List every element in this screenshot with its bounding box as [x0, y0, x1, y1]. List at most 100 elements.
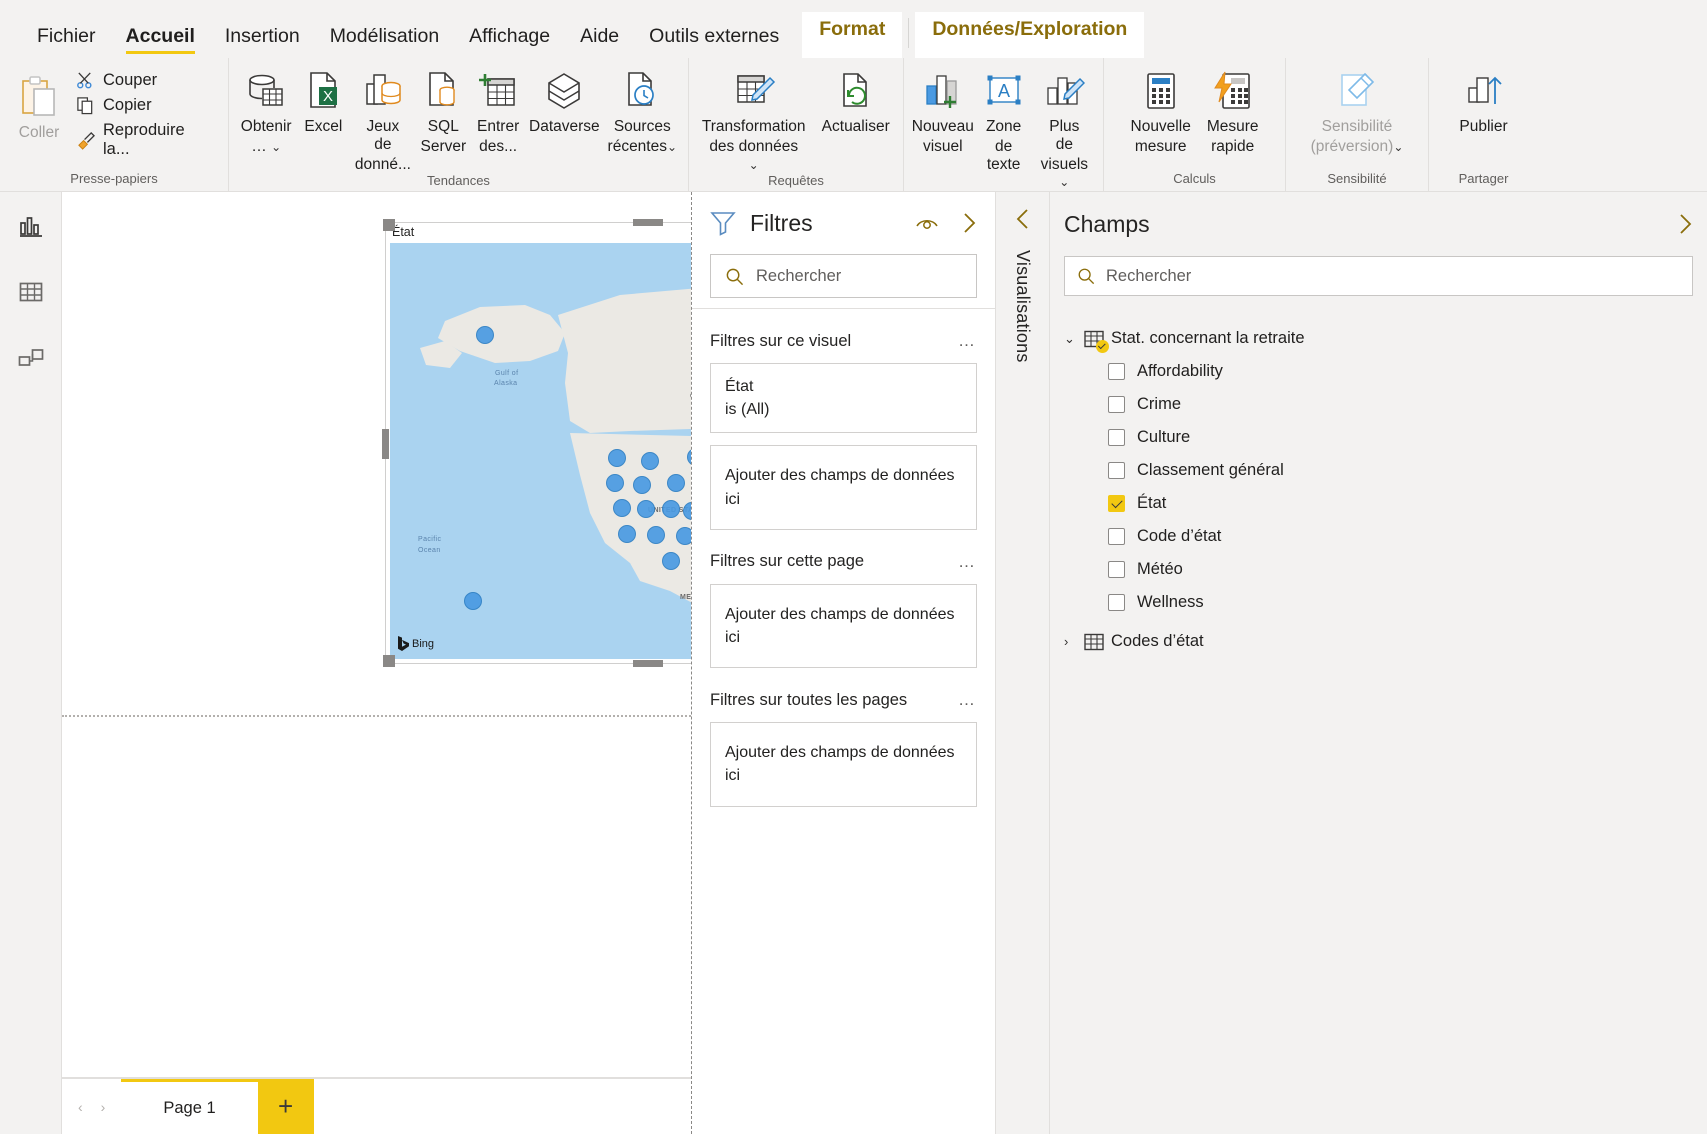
filter-dropzone-page[interactable]: Ajouter des champs de données ici: [710, 583, 977, 669]
sidebar-item-model-view[interactable]: [11, 338, 51, 378]
field-code-etat[interactable]: Code d’état: [1064, 520, 1693, 553]
dataverse-button[interactable]: Dataverse: [526, 62, 602, 136]
field-checkbox[interactable]: [1108, 429, 1125, 446]
ribbon-tab-outils-externes[interactable]: Outils externes: [634, 26, 794, 59]
bing-map[interactable]: CANADA UNITED STATES MEXICO GUATEMALA NI…: [390, 243, 691, 659]
new-measure-icon: [1142, 66, 1180, 116]
copy-button[interactable]: Copier: [70, 93, 220, 118]
datasets-button[interactable]: Jeux de donné...: [351, 62, 414, 173]
get-data-button[interactable]: Obtenir … ⌄: [237, 62, 295, 156]
expand-filter-pane-icon[interactable]: [961, 212, 977, 234]
map-bubble[interactable]: [618, 525, 636, 543]
field-checkbox[interactable]: [1108, 363, 1125, 380]
ribbon-tab-accueil[interactable]: Accueil: [111, 26, 210, 59]
sql-server-button[interactable]: SQL Server: [416, 62, 470, 156]
map-bubble[interactable]: [667, 474, 685, 492]
page-prev-button[interactable]: ‹: [78, 1099, 83, 1115]
ribbon-tab-insertion[interactable]: Insertion: [210, 26, 315, 59]
map-visual[interactable]: État ME Gulf of Alaska Pacific Ocean Bin…: [382, 219, 691, 667]
sidebar-item-data-view[interactable]: [11, 272, 51, 312]
field-checkbox[interactable]: [1108, 396, 1125, 413]
map-bubble[interactable]: [637, 500, 655, 518]
paste-button[interactable]: Coller: [8, 62, 70, 142]
resize-handle-left[interactable]: [382, 429, 389, 459]
chevron-down-icon[interactable]: ⌄: [1064, 331, 1077, 347]
more-visuals-button[interactable]: Plus de visuels ⌄: [1034, 62, 1095, 191]
ribbon-tab-fichier[interactable]: Fichier: [22, 26, 111, 59]
add-page-button[interactable]: +: [257, 1079, 314, 1134]
ribbon-tab-aide[interactable]: Aide: [565, 26, 634, 59]
cut-button[interactable]: Couper: [70, 68, 220, 93]
chevron-right-icon[interactable]: ›: [1064, 634, 1077, 649]
ribbon-tab-format[interactable]: Format: [802, 12, 903, 58]
map-label: Gulf of: [495, 370, 519, 377]
map-bubble[interactable]: [641, 452, 659, 470]
report-canvas[interactable]: État ME Gulf of Alaska Pacific Ocean Bin…: [62, 192, 691, 1078]
map-bubble[interactable]: [606, 474, 624, 492]
fields-search-input[interactable]: Rechercher: [1064, 256, 1693, 296]
fields-pane: Champs Rechercher ⌄ Stat. concernant la …: [1050, 192, 1707, 1134]
field-etat[interactable]: État: [1064, 487, 1693, 520]
map-bubble[interactable]: [676, 527, 691, 545]
map-bubble[interactable]: [662, 500, 680, 518]
new-visual-label2: visuel: [922, 137, 963, 155]
ribbon-tab-modelisation[interactable]: Modélisation: [315, 26, 454, 59]
map-bubble[interactable]: [613, 499, 631, 517]
bing-logo[interactable]: Bing: [398, 636, 434, 651]
map-bubble[interactable]: [476, 326, 494, 344]
fields-table-codes-etat[interactable]: › Codes d’état: [1064, 625, 1693, 658]
field-checkbox[interactable]: [1108, 594, 1125, 611]
filters-search-input[interactable]: Rechercher: [710, 254, 977, 298]
map-bubble[interactable]: [608, 449, 626, 467]
filter-card-etat[interactable]: État is (All): [710, 363, 977, 434]
map-bubble[interactable]: [662, 552, 680, 570]
field-checkbox[interactable]: [1108, 462, 1125, 479]
text-box-button[interactable]: A Zone de texte: [976, 62, 1032, 173]
refresh-button[interactable]: Actualiser: [816, 62, 895, 136]
ribbon-group-label-tendances: Tendances: [427, 173, 490, 189]
enter-data-button[interactable]: Entrer des...: [472, 62, 524, 156]
resize-handle-tl[interactable]: [383, 219, 395, 231]
chevron-left-icon[interactable]: [1015, 208, 1031, 230]
ribbon-tab-donnees-exploration[interactable]: Données/Exploration: [915, 12, 1145, 58]
fields-table-stat-retraite[interactable]: ⌄ Stat. concernant la retraite: [1064, 322, 1693, 355]
ribbon-tab-affichage[interactable]: Affichage: [454, 26, 565, 59]
new-measure-button[interactable]: Nouvelle mesure: [1125, 62, 1197, 156]
field-meteo[interactable]: Météo: [1064, 553, 1693, 586]
field-classement-general[interactable]: Classement général: [1064, 454, 1693, 487]
hide-filter-pane-icon[interactable]: [915, 213, 939, 233]
publish-button[interactable]: Publier: [1453, 62, 1513, 136]
field-culture[interactable]: Culture: [1064, 421, 1693, 454]
recent-sources-button[interactable]: Sources récentes⌄: [605, 62, 680, 156]
field-wellness[interactable]: Wellness: [1064, 586, 1693, 619]
field-checkbox[interactable]: [1108, 561, 1125, 578]
ribbon-group-label-presse-papiers: Presse-papiers: [70, 171, 158, 186]
transform-data-button[interactable]: Transformation des données ⌄: [697, 62, 810, 173]
filters-section-visual-more[interactable]: …: [958, 331, 977, 351]
page-next-button[interactable]: ›: [101, 1099, 106, 1115]
new-visual-icon: [922, 66, 964, 116]
format-painter-button[interactable]: Reproduire la...: [70, 118, 220, 162]
filter-dropzone-all-pages[interactable]: Ajouter des champs de données ici: [710, 722, 977, 807]
map-bubble[interactable]: [633, 476, 651, 494]
filters-section-page-more[interactable]: …: [958, 552, 977, 572]
field-checkbox[interactable]: [1108, 495, 1125, 512]
excel-button[interactable]: X Excel: [297, 62, 349, 136]
filter-dropzone-visual[interactable]: Ajouter des champs de données ici: [710, 445, 977, 530]
page-tab-page1[interactable]: Page 1: [121, 1079, 258, 1134]
field-affordability[interactable]: Affordability: [1064, 355, 1693, 388]
resize-handle-bottom[interactable]: [633, 660, 663, 667]
field-checkbox[interactable]: [1108, 528, 1125, 545]
filters-section-all-pages-more[interactable]: …: [958, 690, 977, 710]
visualizations-pane-collapsed[interactable]: Visualisations: [996, 192, 1050, 1134]
sensitivity-button[interactable]: Sensibilité (préversion)⌄: [1305, 62, 1410, 156]
map-bubble[interactable]: [647, 526, 665, 544]
resize-handle-bl[interactable]: [383, 655, 395, 667]
resize-handle-top[interactable]: [633, 219, 663, 226]
quick-measure-button[interactable]: Mesure rapide: [1201, 62, 1265, 156]
new-visual-button[interactable]: Nouveau visuel: [912, 62, 974, 156]
expand-fields-pane-icon[interactable]: [1677, 213, 1693, 235]
sidebar-item-report-view[interactable]: [11, 206, 51, 246]
map-bubble[interactable]: [464, 592, 482, 610]
field-crime[interactable]: Crime: [1064, 388, 1693, 421]
